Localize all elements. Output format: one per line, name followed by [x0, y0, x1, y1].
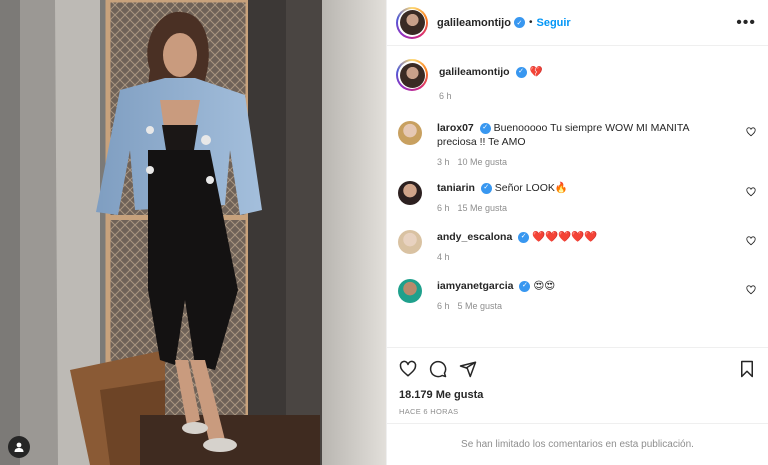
comment-time: 6 h — [437, 203, 450, 213]
caption-author-avatar[interactable] — [396, 59, 428, 91]
comment-username[interactable]: andy_escalona — [437, 231, 512, 243]
comment-avatar[interactable] — [398, 181, 422, 205]
comment-username[interactable]: larox07 — [437, 122, 474, 134]
comment-time: 3 h — [437, 157, 450, 167]
comment-text: Señor LOOK🔥 — [494, 182, 568, 194]
likes-count[interactable]: 18.179 Me gusta — [387, 389, 768, 405]
comment-item: larox07 ✓ Buenooooo Tu siempre WOW MI MA… — [396, 121, 756, 167]
post-actions — [387, 347, 768, 389]
comment-item: taniarin ✓ Señor LOOK🔥 6 h 15 Me gusta — [396, 181, 756, 213]
post-caption: galileamontijo ✓ 💔 6 h — [396, 59, 756, 101]
tagged-users-button[interactable] — [8, 436, 30, 458]
heart-icon[interactable] — [399, 360, 417, 378]
comment-avatar[interactable] — [398, 121, 422, 145]
comments-list[interactable]: galileamontijo ✓ 💔 6 h larox07 ✓ Buenooo… — [387, 46, 768, 347]
comment-username[interactable]: taniarin — [437, 182, 475, 194]
comment-likes[interactable]: 10 Me gusta — [458, 157, 508, 167]
follow-button[interactable]: Seguir — [536, 17, 570, 29]
comment-text: ❤️❤️❤️❤️❤️ — [532, 231, 598, 243]
comments-limited-notice: Se han limitado los comentarios en esta … — [387, 423, 768, 465]
heart-icon[interactable] — [746, 127, 756, 137]
comment-username[interactable]: iamyanetgarcia — [437, 280, 513, 292]
heart-icon[interactable] — [746, 236, 756, 246]
comment-likes[interactable]: 5 Me gusta — [458, 301, 503, 311]
share-icon[interactable] — [459, 360, 477, 378]
post-header: galileamontijo ✓ • Seguir ••• — [387, 0, 768, 46]
more-options-icon[interactable]: ••• — [736, 14, 756, 31]
comment-time: 6 h — [437, 301, 450, 311]
heart-icon[interactable] — [746, 187, 756, 197]
comment-avatar[interactable] — [398, 279, 422, 303]
comment-icon[interactable] — [429, 360, 447, 378]
separator-dot: • — [528, 17, 533, 28]
caption-time: 6 h — [439, 91, 452, 101]
comment-item: iamyanetgarcia ✓ 😍😍 6 h 5 Me gusta — [396, 279, 756, 311]
verified-badge-icon: ✓ — [480, 182, 492, 194]
caption-text: 💔 — [529, 66, 543, 78]
verified-badge-icon: ✓ — [513, 17, 525, 28]
author-username[interactable]: galileamontijo — [437, 17, 511, 29]
bookmark-icon[interactable] — [738, 360, 756, 378]
post-timestamp: HACE 6 HORAS — [399, 407, 459, 416]
verified-badge-icon: ✓ — [515, 66, 527, 78]
verified-badge-icon: ✓ — [479, 122, 491, 134]
instagram-post-view: galileamontijo ✓ • Seguir ••• galileamon… — [0, 0, 768, 465]
heart-icon[interactable] — [746, 285, 756, 295]
user-tag-icon — [14, 442, 24, 452]
post-photo[interactable] — [0, 0, 386, 465]
comment-text: 😍😍 — [533, 280, 556, 292]
comment-text: Buenooooo Tu siempre WOW MI MANITA preci… — [437, 122, 689, 148]
caption-username[interactable]: galileamontijo — [439, 66, 510, 78]
verified-badge-icon: ✓ — [518, 231, 530, 243]
comment-time: 4 h — [437, 252, 450, 262]
post-side-panel: galileamontijo ✓ • Seguir ••• galileamon… — [386, 0, 768, 465]
post-image — [0, 0, 386, 465]
author-avatar[interactable] — [396, 6, 428, 39]
comment-item: andy_escalona ✓ ❤️❤️❤️❤️❤️ 4 h — [396, 230, 756, 262]
verified-badge-icon: ✓ — [519, 280, 531, 292]
comment-likes[interactable]: 15 Me gusta — [458, 203, 508, 213]
comment-avatar[interactable] — [398, 230, 422, 254]
